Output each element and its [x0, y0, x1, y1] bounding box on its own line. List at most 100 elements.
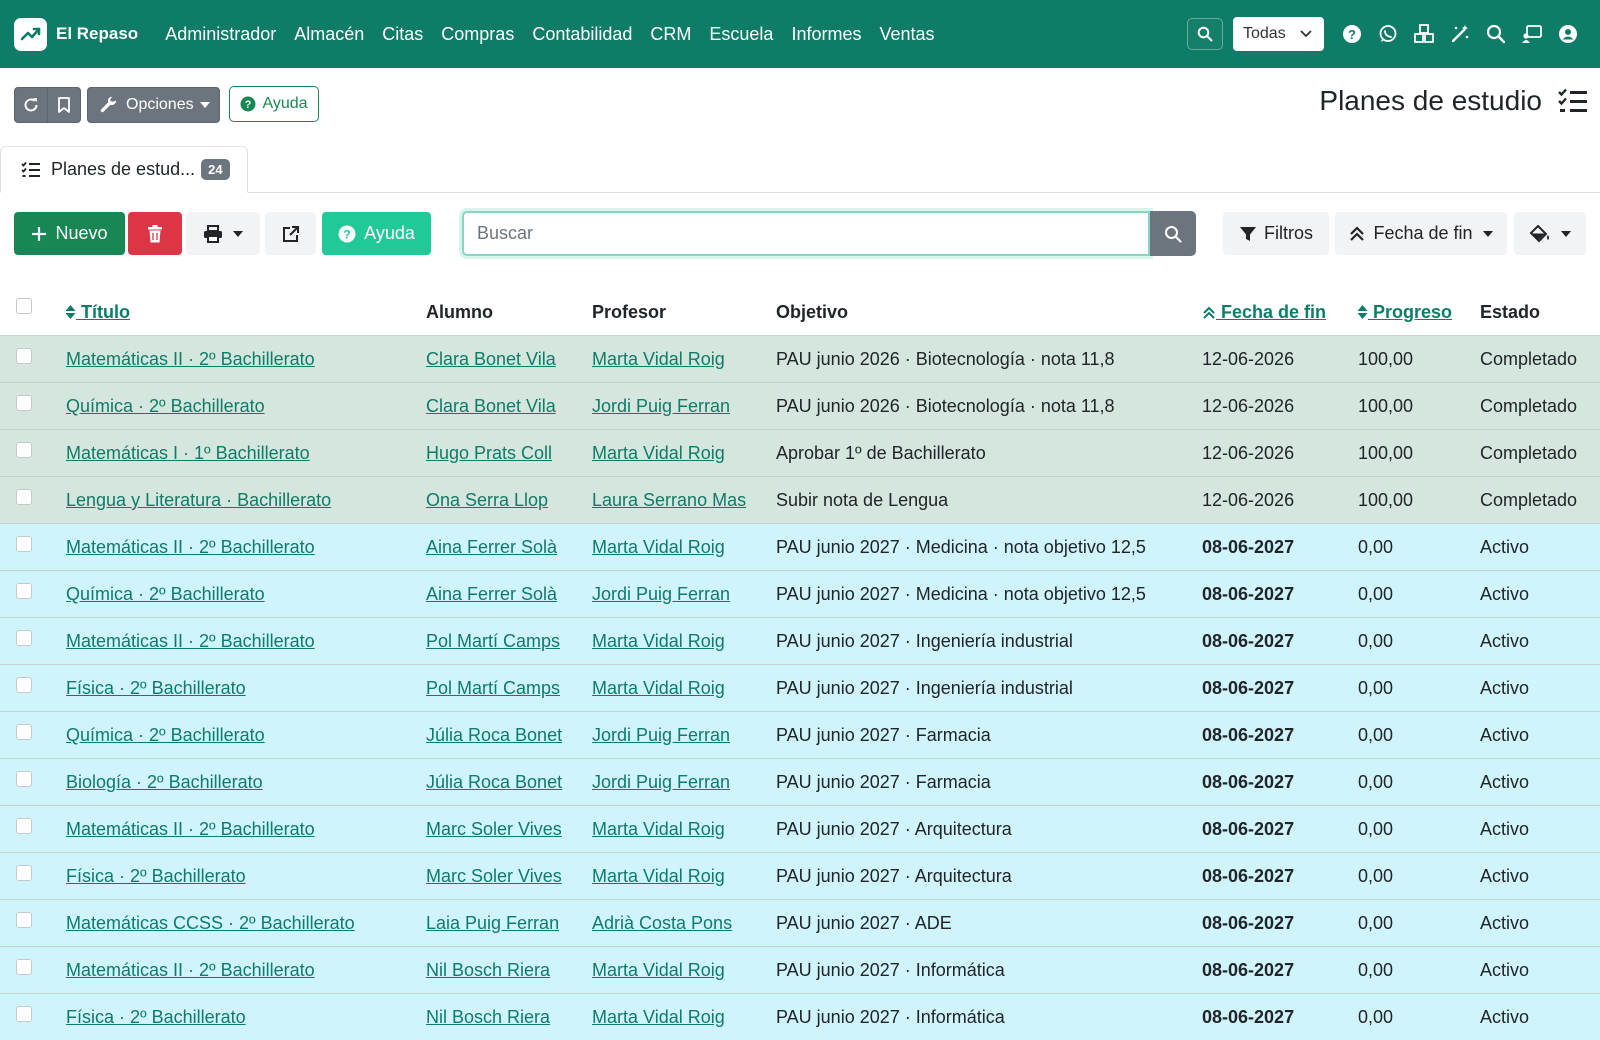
menu-item-contabilidad[interactable]: Contabilidad: [523, 24, 641, 45]
row-checkbox[interactable]: [16, 1006, 32, 1022]
column-header-status[interactable]: Estado: [1480, 302, 1540, 323]
cell-teacher[interactable]: Jordi Puig Ferran: [592, 725, 730, 746]
search-button[interactable]: [1150, 211, 1196, 256]
cell-teacher[interactable]: Laura Serrano Mas: [592, 490, 746, 511]
table-row[interactable]: Matemáticas I · 1º Bachillerato Hugo Prat…: [0, 429, 1600, 476]
cell-teacher[interactable]: Marta Vidal Roig: [592, 1007, 725, 1028]
column-header-student[interactable]: Alumno: [426, 302, 493, 323]
cell-teacher[interactable]: Jordi Puig Ferran: [592, 772, 730, 793]
cell-student[interactable]: Marc Soler Vives: [426, 866, 562, 887]
row-checkbox[interactable]: [16, 912, 32, 928]
print-button[interactable]: [186, 212, 260, 255]
cell-title[interactable]: Matemáticas II · 2º Bachillerato: [66, 960, 315, 981]
cell-teacher[interactable]: Jordi Puig Ferran: [592, 584, 730, 605]
table-row[interactable]: Química · 2º Bachillerato Clara Bonet Vil…: [0, 382, 1600, 429]
table-row[interactable]: Física · 2º Bachillerato Nil Bosch Riera M…: [0, 993, 1600, 1040]
tab-study-plans[interactable]: Planes de estud... 24: [0, 146, 248, 193]
menu-item-administrador[interactable]: Administrador: [156, 24, 285, 45]
cell-teacher[interactable]: Marta Vidal Roig: [592, 960, 725, 981]
cell-teacher[interactable]: Adrià Costa Pons: [592, 913, 732, 934]
menu-item-escuela[interactable]: Escuela: [700, 24, 782, 45]
options-button[interactable]: Opciones: [87, 87, 220, 123]
table-row[interactable]: Matemáticas CCSS · 2º Bachillerato Laia P…: [0, 899, 1600, 946]
cell-teacher[interactable]: Marta Vidal Roig: [592, 819, 725, 840]
help-circle-button[interactable]: ?: [1334, 16, 1370, 52]
select-all-checkbox[interactable]: [16, 298, 32, 314]
cell-student[interactable]: Clara Bonet Vila: [426, 396, 556, 417]
whatsapp-button[interactable]: [1370, 16, 1406, 52]
order-button[interactable]: Fecha de fin: [1335, 212, 1507, 255]
table-row[interactable]: Matemáticas II · 2º Bachillerato Pol Mart…: [0, 617, 1600, 664]
global-search-button[interactable]: [1478, 16, 1514, 52]
table-row[interactable]: Matemáticas II · 2º Bachillerato Marc Sol…: [0, 805, 1600, 852]
export-button[interactable]: [265, 212, 316, 255]
row-checkbox[interactable]: [16, 348, 32, 364]
new-button[interactable]: Nuevo: [14, 212, 125, 255]
cell-title[interactable]: Matemáticas I · 1º Bachillerato: [66, 443, 310, 464]
menu-search-button[interactable]: [1187, 18, 1223, 50]
column-header-end-date[interactable]: Fecha de fin: [1202, 302, 1326, 323]
cell-student[interactable]: Clara Bonet Vila: [426, 349, 556, 370]
menu-item-almacen[interactable]: Almacén: [285, 24, 373, 45]
magic-button[interactable]: [1442, 16, 1478, 52]
row-checkbox[interactable]: [16, 442, 32, 458]
help-button[interactable]: ? Ayuda: [229, 86, 319, 122]
cell-title[interactable]: Matemáticas II · 2º Bachillerato: [66, 819, 315, 840]
cell-title[interactable]: Lengua y Literatura · Bachillerato: [66, 490, 331, 511]
cell-teacher[interactable]: Marta Vidal Roig: [592, 866, 725, 887]
table-row[interactable]: Química · 2º Bachillerato Júlia Roca Bone…: [0, 711, 1600, 758]
cell-teacher[interactable]: Marta Vidal Roig: [592, 349, 725, 370]
delete-button[interactable]: [128, 212, 182, 255]
row-checkbox[interactable]: [16, 865, 32, 881]
row-color-button[interactable]: [1514, 212, 1586, 255]
brand[interactable]: El Repaso: [14, 17, 138, 51]
cell-student[interactable]: Aina Ferrer Solà: [426, 584, 557, 605]
menu-item-compras[interactable]: Compras: [432, 24, 523, 45]
row-checkbox[interactable]: [16, 536, 32, 552]
column-header-teacher[interactable]: Profesor: [592, 302, 666, 323]
row-checkbox[interactable]: [16, 395, 32, 411]
table-row[interactable]: Matemáticas II · 2º Bachillerato Aina Fer…: [0, 523, 1600, 570]
table-row[interactable]: Matemáticas II · 2º Bachillerato Clara Bo…: [0, 335, 1600, 382]
table-row[interactable]: Química · 2º Bachillerato Aina Ferrer Sol…: [0, 570, 1600, 617]
table-row[interactable]: Física · 2º Bachillerato Marc Soler Vives…: [0, 852, 1600, 899]
cell-title[interactable]: Matemáticas CCSS · 2º Bachillerato: [66, 913, 355, 934]
row-checkbox[interactable]: [16, 677, 32, 693]
search-input[interactable]: [462, 211, 1150, 256]
table-row[interactable]: Física · 2º Bachillerato Pol Martí Camps M…: [0, 664, 1600, 711]
row-checkbox[interactable]: [16, 583, 32, 599]
cell-title[interactable]: Física · 2º Bachillerato: [66, 1007, 246, 1028]
row-checkbox[interactable]: [16, 959, 32, 975]
column-header-title[interactable]: Título: [65, 302, 130, 323]
cell-teacher[interactable]: Marta Vidal Roig: [592, 537, 725, 558]
filters-button[interactable]: Filtros: [1223, 212, 1329, 255]
menu-item-citas[interactable]: Citas: [373, 24, 432, 45]
menu-item-informes[interactable]: Informes: [782, 24, 870, 45]
column-header-progress[interactable]: Progreso: [1357, 302, 1452, 323]
row-checkbox[interactable]: [16, 489, 32, 505]
cell-title[interactable]: Biología · 2º Bachillerato: [66, 772, 263, 793]
table-row[interactable]: Lengua y Literatura · Bachillerato Ona Se…: [0, 476, 1600, 523]
cell-title[interactable]: Matemáticas II · 2º Bachillerato: [66, 349, 315, 370]
row-checkbox[interactable]: [16, 724, 32, 740]
cell-student[interactable]: Júlia Roca Bonet: [426, 725, 562, 746]
modules-button[interactable]: [1406, 16, 1442, 52]
cell-student[interactable]: Pol Martí Camps: [426, 678, 560, 699]
cell-title[interactable]: Física · 2º Bachillerato: [66, 678, 246, 699]
cell-teacher[interactable]: Marta Vidal Roig: [592, 678, 725, 699]
table-row[interactable]: Matemáticas II · 2º Bachillerato Nil Bosc…: [0, 946, 1600, 993]
cell-teacher[interactable]: Marta Vidal Roig: [592, 443, 725, 464]
company-select[interactable]: Todas: [1233, 17, 1324, 51]
cell-student[interactable]: Júlia Roca Bonet: [426, 772, 562, 793]
row-checkbox[interactable]: [16, 771, 32, 787]
column-header-goal[interactable]: Objetivo: [776, 302, 848, 323]
user-menu-button[interactable]: [1550, 16, 1586, 52]
menu-item-crm[interactable]: CRM: [641, 24, 700, 45]
table-row[interactable]: Biología · 2º Bachillerato Júlia Roca Bon…: [0, 758, 1600, 805]
cell-student[interactable]: Ona Serra Llop: [426, 490, 548, 511]
row-checkbox[interactable]: [16, 818, 32, 834]
row-checkbox[interactable]: [16, 630, 32, 646]
cell-student[interactable]: Nil Bosch Riera: [426, 960, 550, 981]
refresh-button[interactable]: [15, 97, 47, 113]
cell-student[interactable]: Aina Ferrer Solà: [426, 537, 557, 558]
